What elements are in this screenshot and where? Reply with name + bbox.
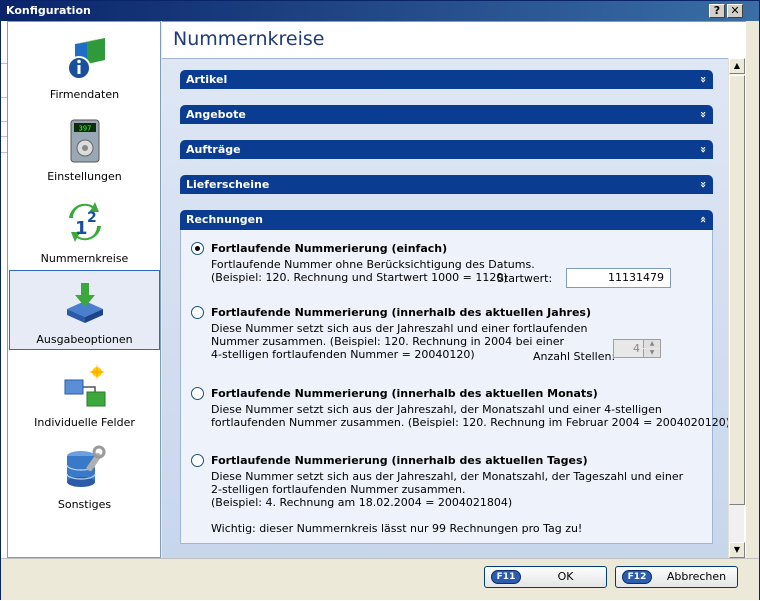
option-title: Fortlaufende Nummerierung (innerhalb des… bbox=[211, 387, 598, 400]
option-description: Fortlaufende Nummer ohne Berücksichtigun… bbox=[211, 258, 535, 284]
section-label: Lieferscheine bbox=[186, 178, 270, 191]
custom-fields-icon bbox=[64, 364, 105, 407]
stellen-value: 4 bbox=[633, 342, 640, 355]
sidebar-item-individuelle-felder[interactable]: Individuelle Felder bbox=[9, 354, 160, 434]
display-device-icon: 397 bbox=[70, 119, 99, 163]
chevron-up-icon[interactable]: « bbox=[694, 216, 713, 223]
section-label: Artikel bbox=[186, 73, 228, 86]
stellen-label: Anzahl Stellen: bbox=[533, 350, 616, 363]
option-description: Diese Nummer setzt sich aus der Jahresza… bbox=[211, 322, 588, 361]
rechnungen-body: Fortlaufende Nummerierung (einfach) Fort… bbox=[180, 230, 730, 544]
section-label: Rechnungen bbox=[186, 213, 263, 226]
chevron-down-icon[interactable]: » bbox=[694, 146, 713, 153]
option-tag[interactable]: Fortlaufende Nummerierung (innerhalb des… bbox=[191, 454, 701, 538]
option-description: Diese Nummer setzt sich aus der Jahresza… bbox=[211, 403, 731, 429]
category-sidebar: Firmendaten 397 Einstellungen 1 2 Nummer… bbox=[7, 21, 161, 558]
info-icon bbox=[66, 38, 105, 80]
chevron-down-icon[interactable]: » bbox=[694, 181, 713, 188]
cancel-label: Abbrechen bbox=[666, 570, 727, 583]
content-area[interactable]: Artikel » Angebote » Aufträge » Liefersc… bbox=[162, 58, 730, 558]
radio-einfach[interactable] bbox=[191, 242, 204, 255]
svg-text:1: 1 bbox=[75, 218, 88, 239]
sidebar-item-sonstiges[interactable]: Sonstiges bbox=[9, 436, 160, 516]
svg-text:2: 2 bbox=[87, 210, 97, 226]
section-angebote[interactable]: Angebote » bbox=[180, 105, 713, 124]
sidebar-item-label: Sonstiges bbox=[57, 498, 112, 511]
output-tray-icon bbox=[66, 283, 103, 323]
section-label: Aufträge bbox=[186, 143, 241, 156]
option-title: Fortlaufende Nummerierung (innerhalb des… bbox=[211, 306, 591, 319]
spin-down-icon[interactable]: ▼ bbox=[643, 349, 660, 357]
help-button[interactable]: ? bbox=[709, 4, 725, 18]
section-rechnungen[interactable]: Rechnungen « bbox=[180, 210, 713, 230]
chevron-down-icon[interactable]: » bbox=[694, 76, 713, 83]
startwert-input[interactable]: 11131479 bbox=[566, 268, 671, 288]
sidebar-item-nummernkreise[interactable]: 1 2 Nummernkreise bbox=[9, 190, 160, 270]
chevron-down-icon[interactable]: » bbox=[694, 111, 713, 118]
startwert-label: Startwert: bbox=[497, 272, 553, 285]
spin-up-icon[interactable]: ▲ bbox=[643, 340, 660, 348]
scrollbar-thumb[interactable] bbox=[729, 75, 745, 505]
section-auftraege[interactable]: Aufträge » bbox=[180, 140, 713, 159]
option-description: Diese Nummer setzt sich aus der Jahresza… bbox=[211, 470, 684, 535]
title-bar[interactable]: Konfiguration ? ✕ bbox=[1, 1, 759, 21]
configuration-window: Konfiguration ? ✕ Firmendaten 397 Einste… bbox=[0, 0, 760, 601]
section-label: Angebote bbox=[186, 108, 246, 121]
option-title: Fortlaufende Nummerierung (einfach) bbox=[211, 242, 448, 255]
close-button[interactable]: ✕ bbox=[727, 4, 743, 18]
sidebar-item-einstellungen[interactable]: 397 Einstellungen bbox=[9, 108, 160, 188]
radio-jahr[interactable] bbox=[191, 306, 204, 319]
sidebar-item-label: Nummernkreise bbox=[40, 252, 129, 265]
database-icon bbox=[65, 445, 105, 487]
radio-tag[interactable] bbox=[191, 454, 204, 467]
scroll-down-icon[interactable]: ▼ bbox=[729, 542, 745, 558]
f12-key-badge: F12 bbox=[622, 570, 652, 584]
window-title: Konfiguration bbox=[6, 4, 91, 17]
svg-text:397: 397 bbox=[78, 125, 91, 133]
section-lieferscheine[interactable]: Lieferscheine » bbox=[180, 175, 713, 194]
sidebar-item-label: Firmendaten bbox=[49, 88, 120, 101]
sidebar-item-firmendaten[interactable]: Firmendaten bbox=[9, 26, 160, 106]
main-panel: Nummernkreise Artikel » Angebote » Auftr… bbox=[162, 21, 746, 558]
cancel-button[interactable]: F12 Abbrechen bbox=[615, 566, 738, 588]
page-title: Nummernkreise bbox=[173, 28, 325, 50]
sidebar-item-label: Ausgabeoptionen bbox=[36, 333, 133, 346]
ok-label: OK bbox=[557, 570, 574, 583]
sidebar-item-label: Individuelle Felder bbox=[34, 416, 135, 429]
radio-monat[interactable] bbox=[191, 387, 204, 400]
sidebar-item-label: Einstellungen bbox=[47, 170, 122, 183]
option-title: Fortlaufende Nummerierung (innerhalb des… bbox=[211, 454, 588, 467]
button-bar: F11 OK F12 Abbrechen bbox=[1, 558, 759, 600]
f11-key-badge: F11 bbox=[491, 570, 521, 584]
sidebar-item-ausgabeoptionen[interactable]: Ausgabeoptionen bbox=[9, 270, 160, 350]
vertical-scrollbar[interactable]: ▲ ▼ bbox=[728, 58, 745, 558]
number-cycle-icon: 1 2 bbox=[68, 202, 101, 242]
ok-button[interactable]: F11 OK bbox=[484, 566, 607, 588]
section-artikel[interactable]: Artikel » bbox=[180, 70, 713, 89]
stellen-stepper[interactable]: 4 ▲ ▼ bbox=[613, 339, 661, 358]
option-einfach[interactable]: Fortlaufende Nummerierung (einfach) Fort… bbox=[191, 242, 701, 292]
option-monat[interactable]: Fortlaufende Nummerierung (innerhalb des… bbox=[191, 387, 730, 433]
scroll-up-icon[interactable]: ▲ bbox=[729, 58, 745, 74]
